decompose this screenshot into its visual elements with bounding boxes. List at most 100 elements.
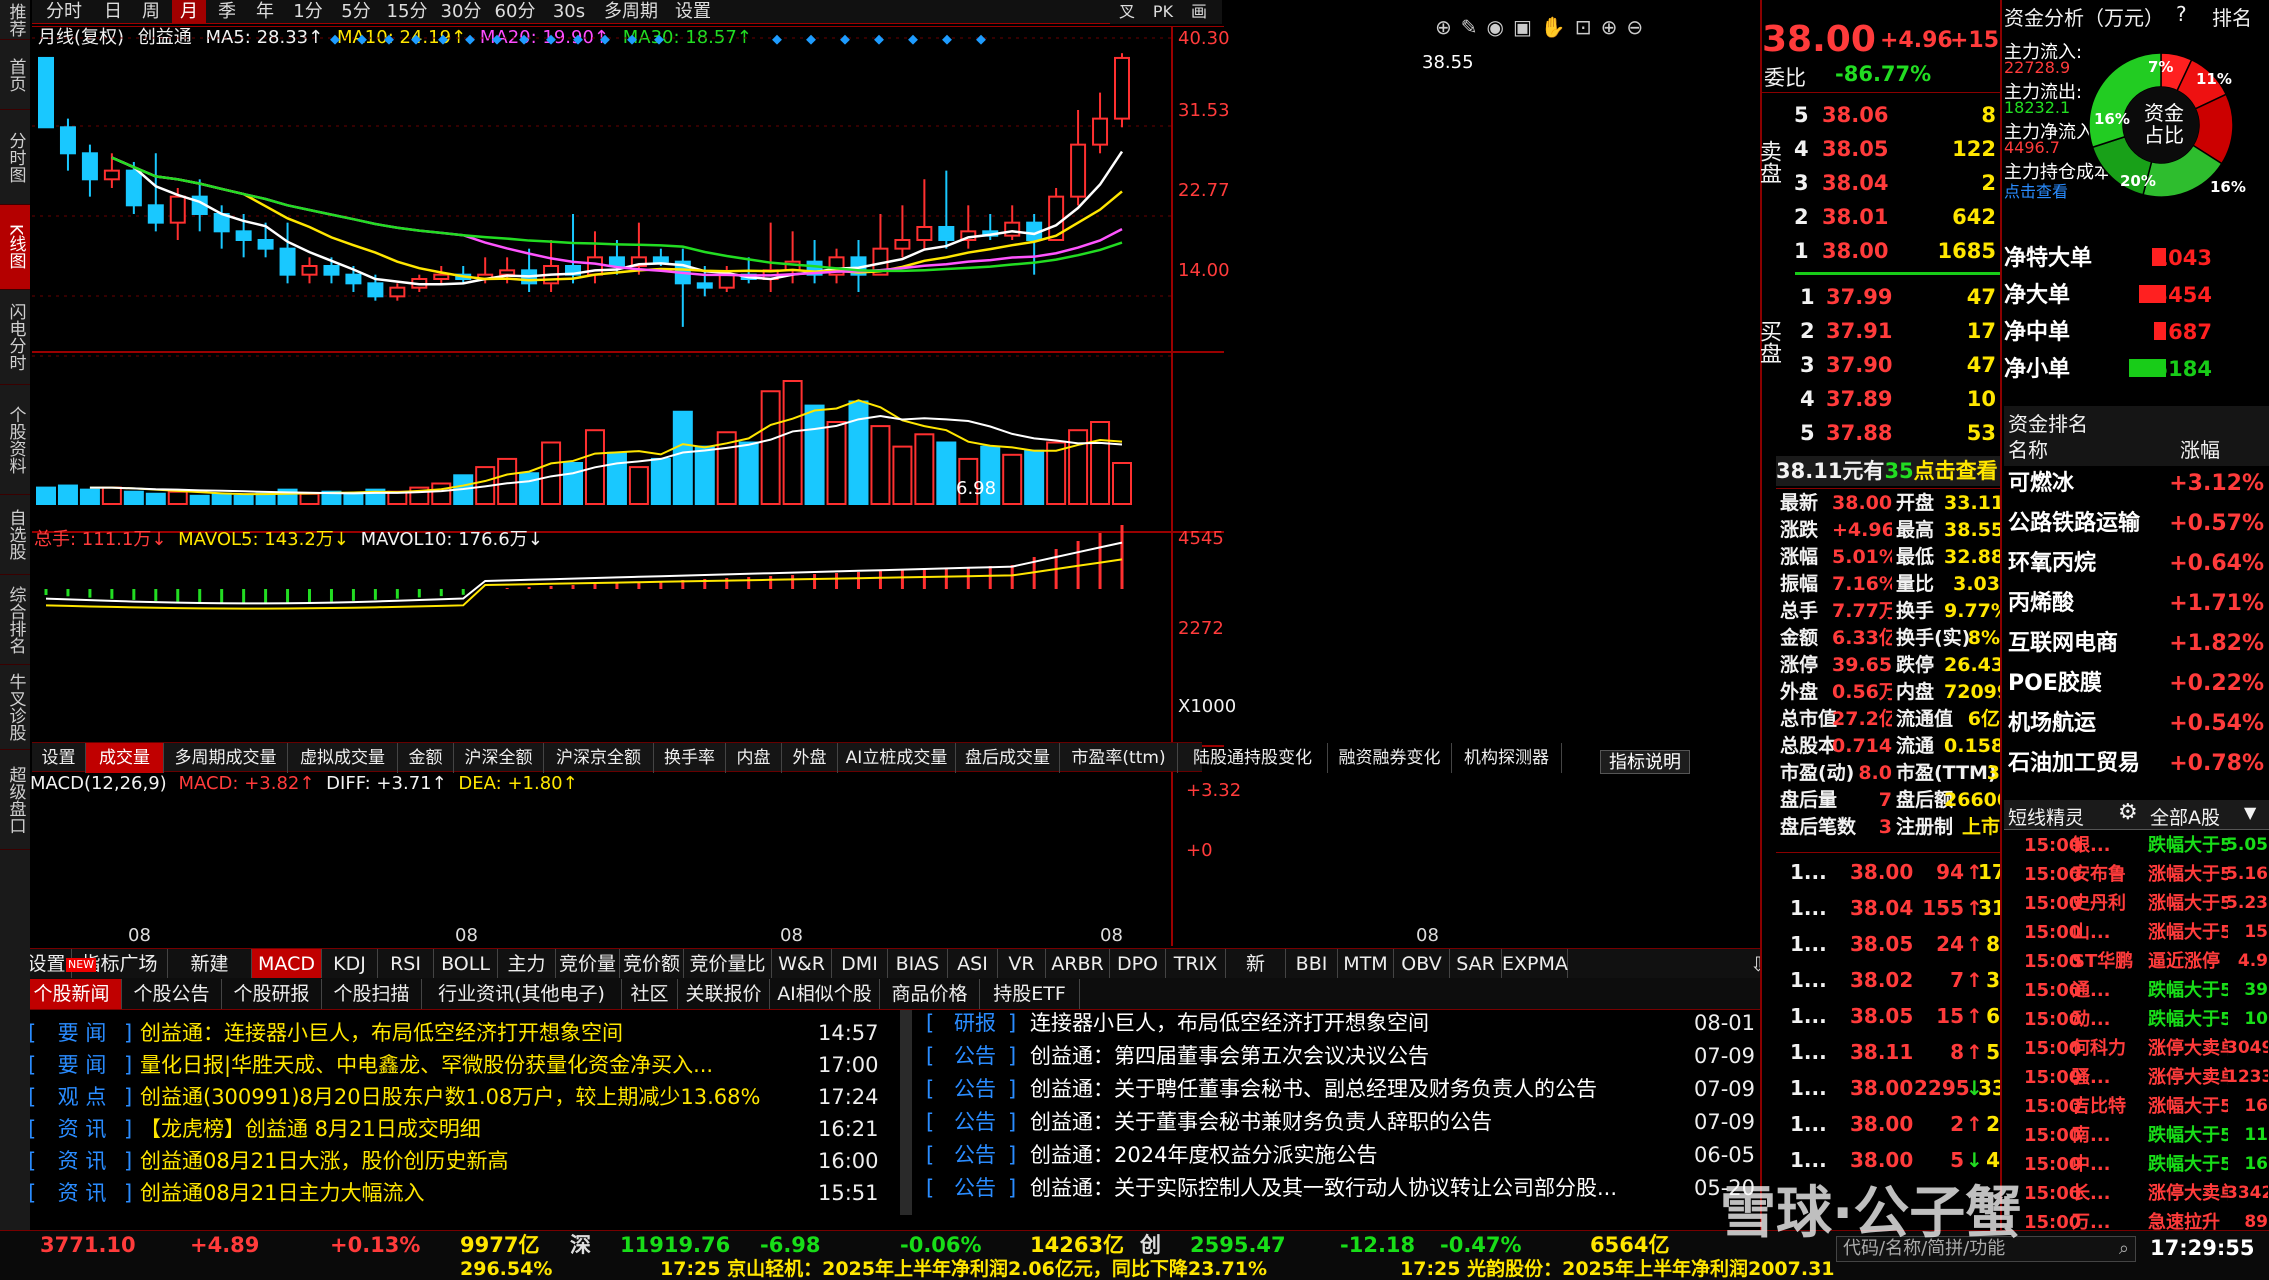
indicator-tab-2[interactable]: 新建 [168, 949, 252, 979]
rank-item-name[interactable]: 机场航运 [2008, 706, 2096, 742]
announcement-item[interactable]: 连接器小巨人，布局低空经济打开想象空间 [1030, 1008, 1690, 1038]
volume-tab-1[interactable]: 成交量 [86, 743, 164, 773]
rank-item-name[interactable]: 互联网电商 [2008, 626, 2118, 662]
left-tab-1[interactable]: 首页 [0, 40, 30, 110]
bid-price[interactable]: 37.88 [1826, 418, 1892, 448]
bid-price[interactable]: 37.91 [1826, 316, 1892, 346]
rank-item-name[interactable]: POE胶膜 [2008, 666, 2102, 702]
period-tab-3[interactable]: 月 [172, 0, 206, 24]
shortline-stock[interactable]: 何科力 [2072, 1035, 2146, 1062]
tool-tab-1[interactable]: PK [1146, 0, 1180, 24]
news-item[interactable]: 创益通08月21日大涨，股价创历史新高 [140, 1146, 800, 1176]
news-tab-8[interactable]: 商品价格 [880, 979, 980, 1009]
indicator-tab-22[interactable]: OBV [1394, 949, 1450, 979]
news-item[interactable]: 量化日报|华胜天成、中电鑫龙、罕微股份获量化资金净买入... [140, 1050, 800, 1080]
left-tab-7[interactable]: 综合排名 [0, 575, 30, 665]
volume-tab-11[interactable]: 盘后成交量 [956, 743, 1060, 773]
news-ticker-item[interactable]: 296.54% [460, 1258, 552, 1280]
shortline-stock[interactable]: 中... [2072, 1151, 2146, 1178]
crosshair-icon[interactable]: ⊕ [1435, 15, 1461, 39]
period-tab-6[interactable]: 1分 [286, 0, 330, 24]
trash-icon[interactable]: ▣ [1513, 15, 1541, 39]
indicator-tab-5[interactable]: RSI [378, 949, 434, 979]
rank-item-name[interactable]: 可燃冰 [2008, 466, 2074, 502]
left-tab-2[interactable]: 分时图 [0, 110, 30, 205]
indicator-tab-14[interactable]: ASI [948, 949, 998, 979]
indicator-tab-6[interactable]: BOLL [434, 949, 498, 979]
left-tab-8[interactable]: 牛叉诊股 [0, 665, 30, 750]
ask-price[interactable]: 38.04 [1822, 168, 1888, 198]
shortline-stock[interactable]: 骚... [2072, 1064, 2146, 1091]
shortline-stock[interactable]: 南... [2072, 1122, 2146, 1149]
period-tab-1[interactable]: 日 [96, 0, 130, 24]
announcement-item[interactable]: 创益通：关于聘任董事会秘书、副总经理及财务负责人的公告 [1030, 1074, 1690, 1104]
ask-price[interactable]: 38.06 [1822, 100, 1888, 130]
left-tab-6[interactable]: 自选股 [0, 495, 30, 575]
volume-tab-6[interactable]: 沪深京全额 [544, 743, 654, 773]
indicator-tab-24[interactable]: EXPMA [1502, 949, 1568, 979]
hand-icon[interactable]: ✋ [1541, 15, 1575, 39]
news-tab-0[interactable]: 个股新闻 [22, 979, 122, 1009]
news-ticker-item[interactable]: 17:25 光韵股份：2025年上半年净利润2007.31 [1400, 1258, 1835, 1280]
scope-dropdown-icon[interactable]: ▼ [2244, 803, 2256, 822]
news-tab-7[interactable]: AI相似个股 [770, 979, 880, 1009]
shortline-stock[interactable]: 安布鲁 [2072, 861, 2146, 888]
tool-tab-0[interactable]: 叉 [1110, 0, 1144, 24]
shortline-title[interactable]: 短线精灵 [2008, 803, 2084, 830]
fund-help-icon[interactable]: ? [2176, 2, 2187, 26]
news-tab-5[interactable]: 社区 [622, 979, 678, 1009]
ask-price[interactable]: 38.01 [1822, 202, 1888, 232]
indicator-tab-10[interactable]: 竞价量比 [684, 949, 772, 979]
indicator-tab-18[interactable]: TRIX [1166, 949, 1226, 979]
news-tab-1[interactable]: 个股公告 [122, 979, 222, 1009]
left-tab-5[interactable]: 个股资料 [0, 385, 30, 495]
shortline-scope[interactable]: 全部A股 [2150, 803, 2220, 830]
volume-tab-7[interactable]: 换手率 [654, 743, 726, 773]
kline-chart-area[interactable] [32, 26, 1224, 946]
period-tab-7[interactable]: 5分 [334, 0, 378, 24]
eye-icon[interactable]: ◉ [1487, 15, 1513, 39]
lock-icon[interactable]: ⊡ [1575, 15, 1601, 39]
indicator-tab-3[interactable]: MACD [252, 949, 322, 979]
news-tab-3[interactable]: 个股扫描 [322, 979, 422, 1009]
indicator-tab-20[interactable]: BBI [1286, 949, 1338, 979]
indicator-tab-19[interactable]: 新DMA [1226, 949, 1286, 1005]
ask-price[interactable]: 38.05 [1822, 134, 1888, 164]
indicator-tab-9[interactable]: 竞价额 [620, 949, 684, 979]
indicator-tab-4[interactable]: KDJ [322, 949, 378, 979]
volume-tab-8[interactable]: 内盘 [726, 743, 782, 773]
volume-tab-13[interactable]: 陆股通持股变化 [1178, 743, 1328, 773]
volume-tab-15[interactable]: 机构探测器 [1452, 743, 1562, 773]
indicator-tab-11[interactable]: W&R [772, 949, 832, 979]
volume-tab-14[interactable]: 融资融券变化 [1328, 743, 1452, 773]
announcement-item[interactable]: 创益通：2024年度权益分派实施公告 [1030, 1140, 1690, 1170]
rank-item-name[interactable]: 石油加工贸易 [2008, 746, 2140, 782]
shortline-stock[interactable]: 银... [2072, 832, 2146, 859]
volume-tab-4[interactable]: 金额 [398, 743, 454, 773]
shortline-stock[interactable]: 山... [2072, 919, 2146, 946]
period-tab-9[interactable]: 30分 [436, 0, 486, 24]
ask-price[interactable]: 38.00 [1822, 236, 1888, 266]
period-tab-2[interactable]: 周 [134, 0, 168, 24]
period-tab-10[interactable]: 60分 [490, 0, 540, 24]
shortline-stock[interactable]: 动... [2072, 1006, 2146, 1033]
indicator-help-button[interactable]: 指标说明 [1600, 750, 1690, 774]
indicator-tab-8[interactable]: 竞价量 [556, 949, 620, 979]
left-tab-9[interactable]: 超级盘口 [0, 750, 30, 850]
fund-rank-link[interactable]: 排名 [2212, 2, 2252, 31]
volume-tab-0[interactable]: 设置 [32, 743, 86, 773]
volume-tab-5[interactable]: 沪深全额 [454, 743, 544, 773]
volume-tab-9[interactable]: 外盘 [782, 743, 838, 773]
news-item[interactable]: 创益通：连接器小巨人，布局低空经济打开想象空间 [140, 1018, 800, 1048]
zoom-out-icon[interactable]: ⊖ [1626, 15, 1652, 39]
bid-price[interactable]: 37.90 [1826, 350, 1892, 380]
rank-item-name[interactable]: 公路铁路运输 [2008, 506, 2140, 542]
pen-icon[interactable]: ✎ [1461, 15, 1487, 39]
left-tab-3[interactable]: K线图 [0, 205, 30, 290]
shortline-stock[interactable]: 吉比特 [2072, 1093, 2146, 1120]
indicator-tab-16[interactable]: ARBR [1046, 949, 1110, 979]
news-tab-4[interactable]: 行业资讯(其他电子) [422, 979, 622, 1009]
rank-item-name[interactable]: 丙烯酸 [2008, 586, 2074, 622]
indicator-tab-21[interactable]: MTM [1338, 949, 1394, 979]
search-icon[interactable]: ⌕ [2119, 1237, 2129, 1261]
